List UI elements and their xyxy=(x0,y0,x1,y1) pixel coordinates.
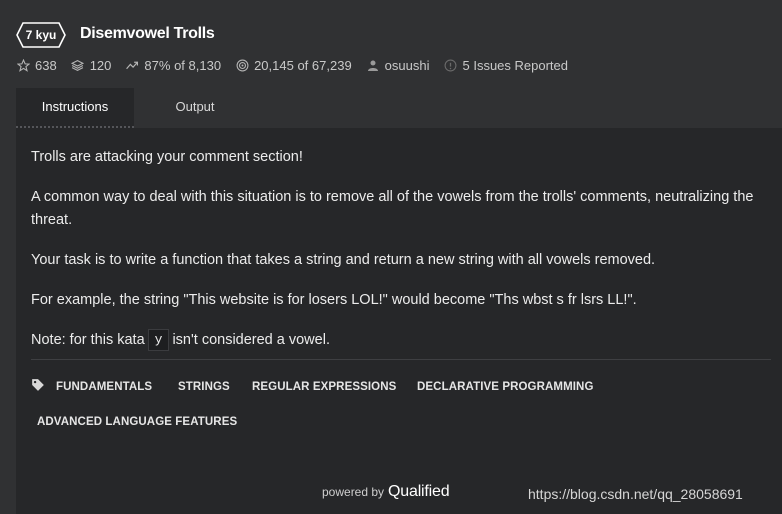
collections-count: 120 xyxy=(89,57,112,73)
kata-title[interactable]: Disemvowel Trolls xyxy=(80,22,215,46)
watermark-url: https://blog.csdn.net/qq_28058691 xyxy=(528,486,743,502)
tag-advanced-language-features[interactable]: ADVANCED LANGUAGE FEATURES xyxy=(37,416,237,428)
description-paragraph: Trolls are attacking your comment sectio… xyxy=(31,149,303,165)
powered-by[interactable]: powered by Qualified xyxy=(322,482,450,502)
tag-fundamentals[interactable]: FUNDAMENTALS xyxy=(56,381,152,393)
kata-header: 7 kyu Disemvowel Trolls 638 120 87% of 8… xyxy=(0,0,782,88)
completions-count: 20,145 xyxy=(254,57,294,73)
tab-bar: Instructions Output xyxy=(16,88,782,128)
tag-strings[interactable]: STRINGS xyxy=(178,381,230,393)
description-paragraph: Your task is to write a function that ta… xyxy=(31,252,656,268)
user-icon xyxy=(366,58,380,72)
note-text: isn't considered a vowel. xyxy=(172,332,330,348)
instructions-panel: Instructions Output Trolls are attacking… xyxy=(16,88,782,514)
description-paragraph: For example, the string "This website is… xyxy=(31,292,637,308)
tag-icon xyxy=(31,378,45,392)
rank-label: 7 kyu xyxy=(25,28,57,42)
completions-stat: 20,145 of 67,239 xyxy=(235,58,352,73)
star-icon xyxy=(16,58,30,72)
completions-total: of 67,239 xyxy=(297,57,352,73)
author-stat[interactable]: osuushi xyxy=(366,58,430,73)
info-icon xyxy=(443,58,457,72)
issues-stat[interactable]: 5 Issues Reported xyxy=(443,58,568,73)
stats-bar: 638 120 87% of 8,130 20,145 of 67,239 os… xyxy=(16,56,582,74)
note-text: Note: for this kata xyxy=(31,332,145,348)
qualified-logo: Qualified xyxy=(388,483,450,500)
layers-icon xyxy=(71,58,85,72)
satisfaction-rate: 87% xyxy=(144,57,171,73)
stars-count: 638 xyxy=(35,57,57,73)
tag-declarative-programming[interactable]: DECLARATIVE PROGRAMMING xyxy=(417,381,594,393)
powered-by-label: powered by xyxy=(322,485,385,499)
tab-instructions[interactable]: Instructions xyxy=(16,88,134,128)
author-name[interactable]: osuushi xyxy=(385,58,430,73)
trend-icon xyxy=(125,58,139,72)
inline-code: y xyxy=(147,329,170,352)
kata-description: Trolls are attacking your comment sectio… xyxy=(31,146,771,369)
tab-output[interactable]: Output xyxy=(134,88,256,128)
stars-stat[interactable]: 638 xyxy=(16,58,57,73)
issues-label[interactable]: 5 Issues Reported xyxy=(462,58,568,73)
rank-badge: 7 kyu xyxy=(16,22,66,48)
collections-stat[interactable]: 120 xyxy=(71,57,112,73)
description-paragraph: Note: for this kata y isn't considered a v… xyxy=(31,329,771,352)
target-icon xyxy=(235,58,249,72)
description-paragraph: A common way to deal with this situation… xyxy=(31,189,754,228)
satisfaction-stat: 87% of 8,130 xyxy=(125,58,221,73)
tag-regular-expressions[interactable]: REGULAR EXPRESSIONS xyxy=(252,381,396,393)
satisfaction-total: of 8,130 xyxy=(174,57,222,73)
divider xyxy=(31,359,771,360)
